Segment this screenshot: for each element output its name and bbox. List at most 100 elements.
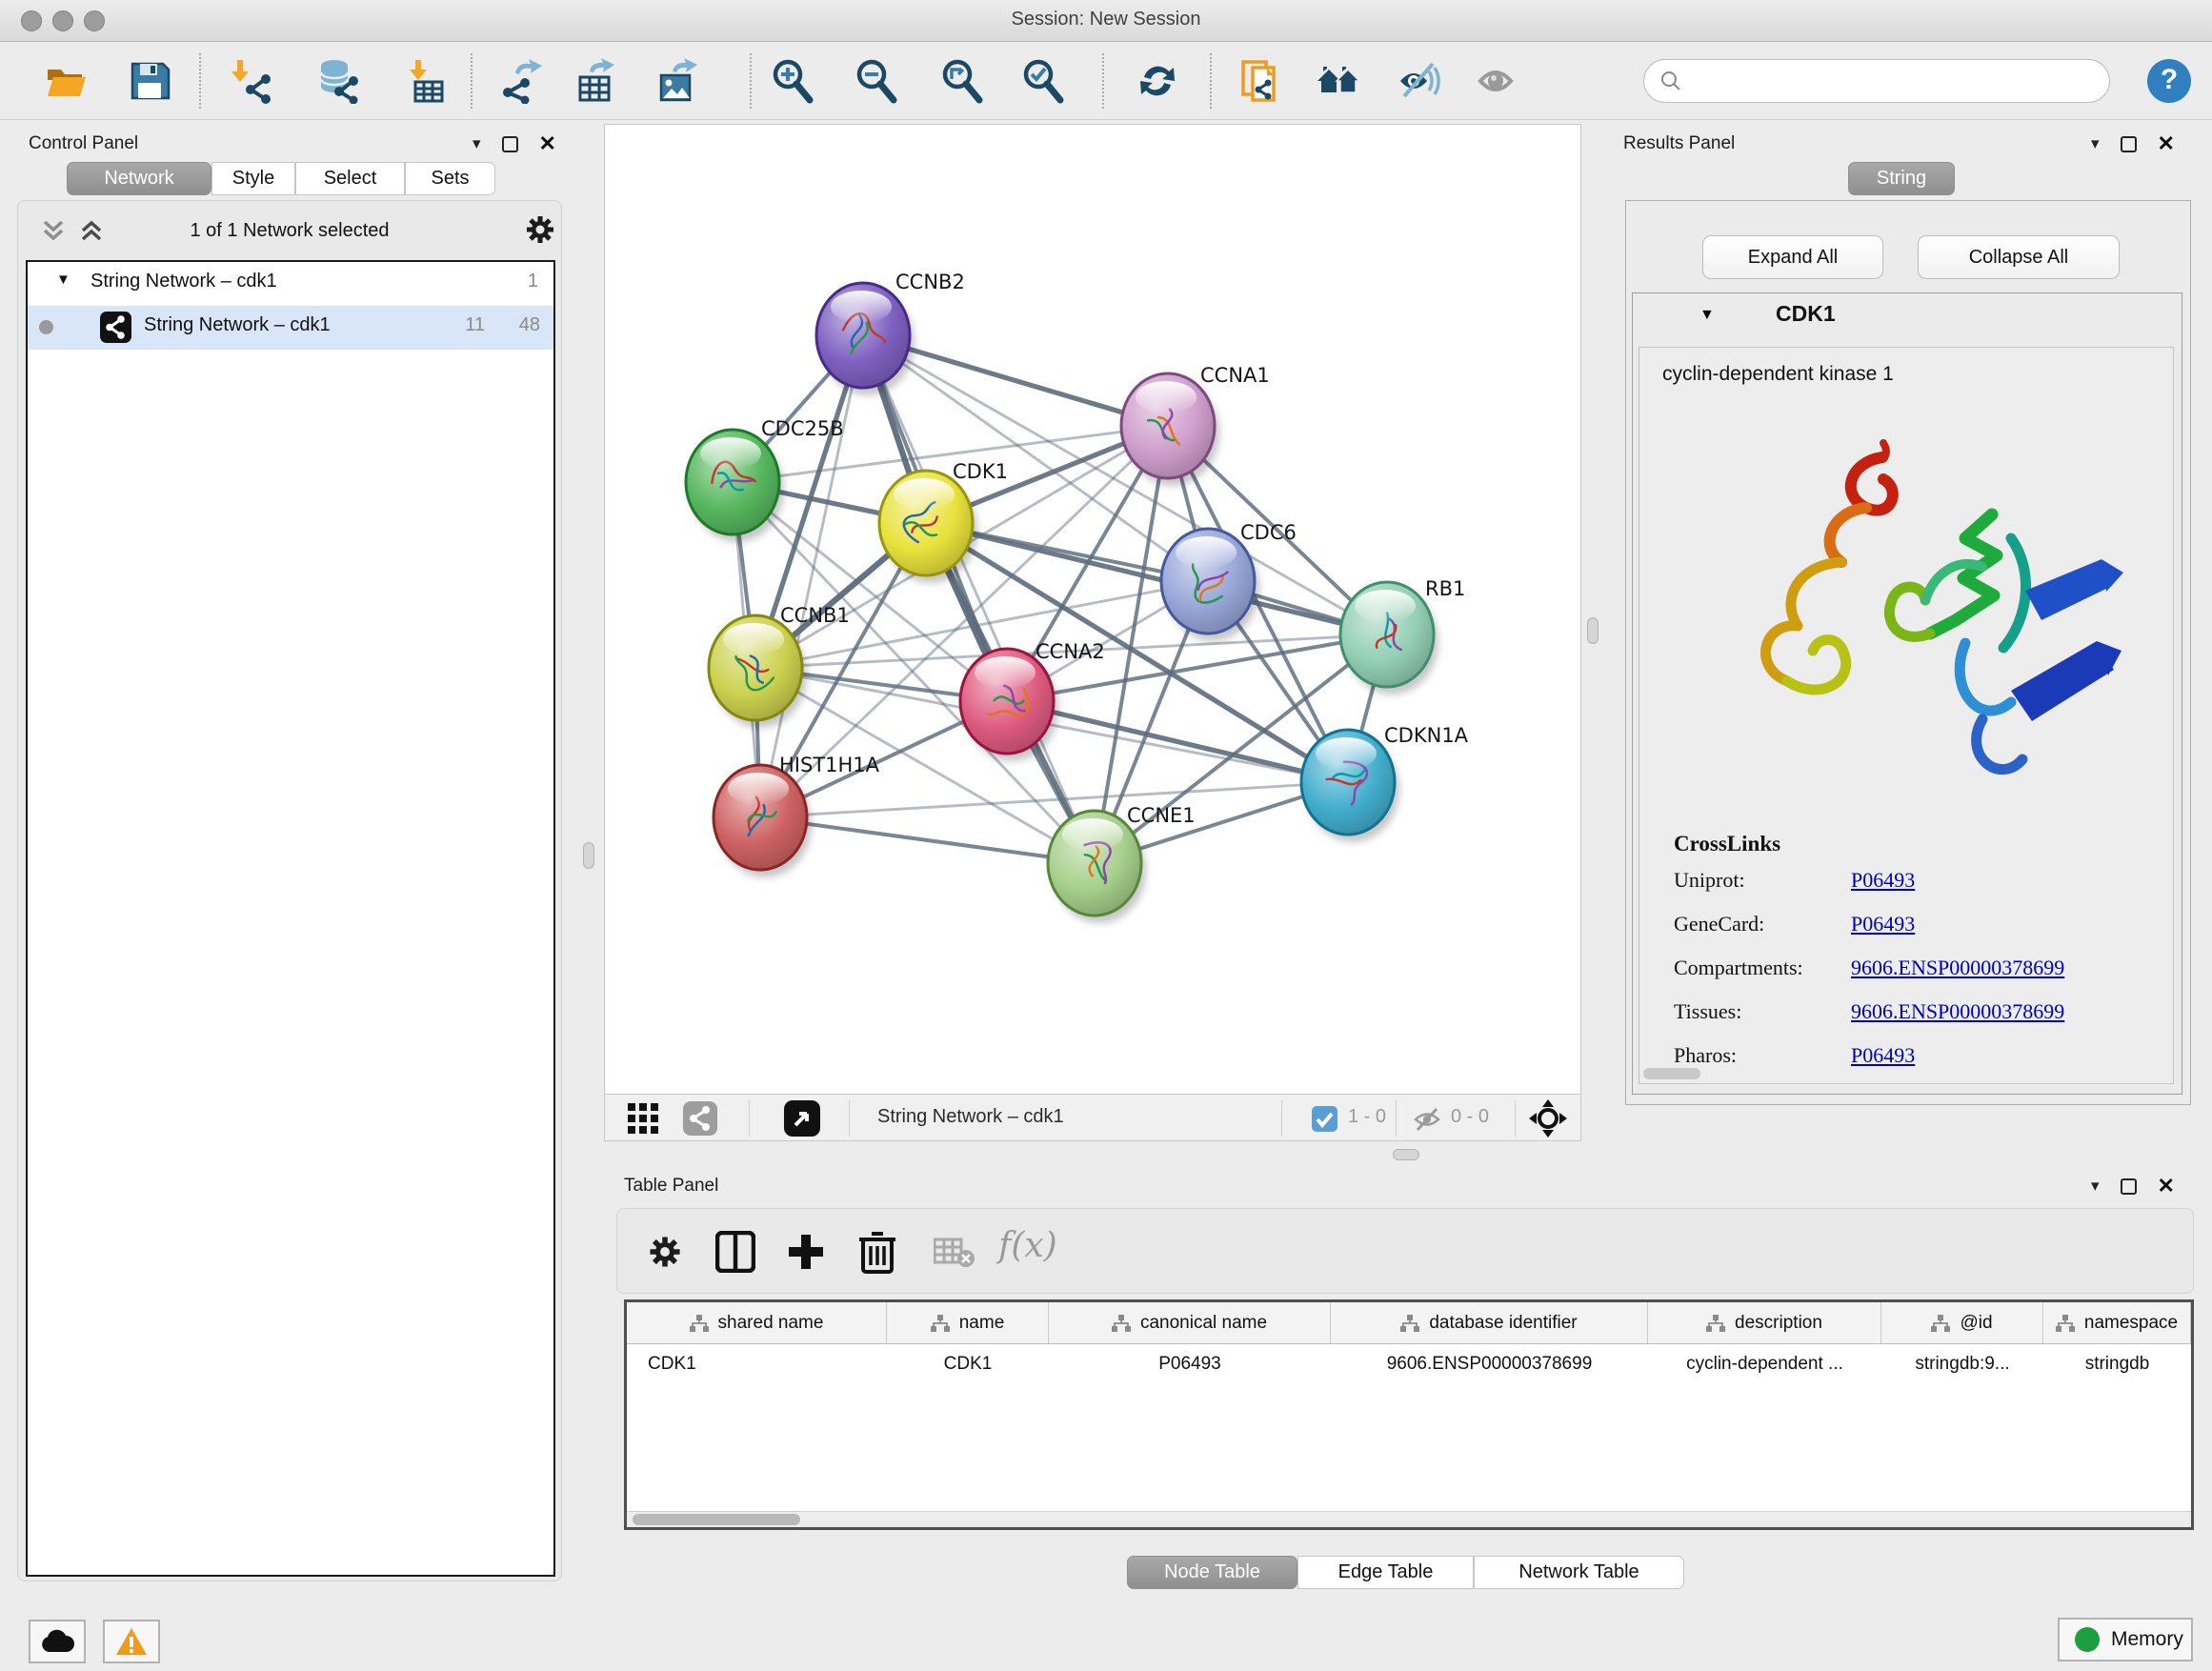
collection-expand-icon[interactable]: ▼ — [56, 272, 70, 288]
delete-table-icon[interactable] — [934, 1238, 975, 1268]
footer-separator — [1396, 1100, 1397, 1137]
network-row-selected[interactable]: String Network – cdk1 11 48 — [28, 306, 553, 350]
crosslink-link[interactable]: P06493 — [1851, 912, 1915, 936]
network-node-RB1[interactable]: RB1 — [1340, 577, 1465, 695]
network-node-CCNB2[interactable]: CCNB2 — [816, 271, 965, 395]
column-header-namespace[interactable]: namespace — [2043, 1302, 2191, 1343]
network-collection-row[interactable]: ▼ String Network – cdk1 1 — [28, 262, 553, 306]
show-columns-icon[interactable] — [715, 1231, 755, 1273]
zoom-selected-icon[interactable] — [1020, 58, 1066, 104]
left-splitter-handle[interactable] — [583, 842, 594, 869]
column-header-name[interactable]: name — [887, 1302, 1049, 1343]
column-header-shared-name[interactable]: shared name — [627, 1302, 887, 1343]
network-node-CCNA1[interactable]: CCNA1 — [1121, 364, 1270, 486]
function-builder-icon[interactable]: f(x) — [998, 1226, 1057, 1265]
network-node-CCNA2[interactable]: CCNA2 — [960, 640, 1105, 761]
expand-all-button[interactable]: Expand All — [1702, 235, 1883, 279]
crosslink-link[interactable]: P06493 — [1851, 1043, 1915, 1068]
fit-selected-crosshair-icon[interactable] — [1529, 1099, 1567, 1137]
network-node-CDKN1A[interactable]: CDKN1A — [1301, 724, 1469, 842]
import-table-from-file-icon[interactable] — [400, 58, 446, 104]
right-splitter-handle[interactable] — [1587, 617, 1599, 644]
open-session-icon[interactable] — [44, 58, 90, 104]
delete-column-trash-icon[interactable] — [857, 1230, 897, 1274]
column-header-label: database identifier — [1429, 1313, 1577, 1334]
export-table-icon[interactable] — [573, 58, 618, 104]
tab-select[interactable]: Select — [295, 162, 405, 195]
crosslink-link[interactable]: 9606.ENSP00000378699 — [1851, 999, 2064, 1024]
table-toolbar: f(x) — [616, 1208, 2194, 1294]
tab-style[interactable]: Style — [211, 162, 295, 195]
collapse-all-button[interactable]: Collapse All — [1918, 235, 2120, 279]
cloud-status-button[interactable] — [29, 1620, 86, 1663]
zoom-fit-content-icon[interactable] — [939, 58, 985, 104]
import-network-from-database-icon[interactable] — [315, 58, 361, 104]
zoom-in-icon[interactable] — [770, 58, 815, 104]
grid-view-icon[interactable] — [628, 1103, 658, 1134]
network-node-CDC25B[interactable]: CDC25B — [686, 417, 844, 542]
column-header--id[interactable]: @id — [1881, 1302, 2043, 1343]
tab-edge-table[interactable]: Edge Table — [1297, 1556, 1474, 1589]
gear-icon[interactable] — [523, 212, 557, 247]
column-header-label: shared name — [718, 1313, 824, 1334]
node-label-CDC25B: CDC25B — [761, 417, 844, 440]
crosslink-link[interactable]: 9606.ENSP00000378699 — [1851, 956, 2064, 980]
section-collapse-icon[interactable]: ▼ — [1699, 307, 1715, 324]
table-cell: stringdb — [2043, 1344, 2191, 1384]
panel-menu-icon[interactable]: ▾ — [473, 134, 481, 153]
crosslink-label: Tissues: — [1674, 999, 1741, 1024]
help-button[interactable]: ? — [2147, 59, 2191, 103]
tab-node-table[interactable]: Node Table — [1127, 1556, 1297, 1589]
network-view-icon[interactable] — [683, 1101, 717, 1136]
selected-checkbox-icon[interactable] — [1312, 1106, 1337, 1132]
network-snapshot-icon[interactable] — [1239, 58, 1285, 104]
column-header-description[interactable]: description — [1648, 1302, 1881, 1343]
table-row[interactable]: CDK1CDK1P064939606.ENSP00000378699cyclin… — [627, 1344, 2191, 1384]
network-canvas[interactable]: CCNB2 CCNA1 CDC25B CDK1 CDC6 RB1 CCNB1 CCNA2 CDK… — [604, 124, 1581, 1094]
network-node-CCNE1[interactable]: CCNE1 — [1048, 804, 1196, 923]
panel-float-icon[interactable] — [502, 136, 518, 152]
tab-string[interactable]: String — [1848, 162, 1955, 195]
node-label-CCNB1: CCNB1 — [780, 604, 850, 627]
tab-network[interactable]: Network — [67, 162, 211, 195]
search-input[interactable] — [1682, 70, 2082, 91]
network-icon — [100, 312, 131, 343]
warning-status-button[interactable] — [103, 1620, 160, 1663]
network-node-CDK1[interactable]: CDK1 — [879, 460, 1008, 583]
network-edge-CCNB2-HIST1H1A — [760, 335, 863, 817]
export-image-icon[interactable] — [654, 58, 699, 104]
column-header-database-identifier[interactable]: database identifier — [1331, 1302, 1648, 1343]
tab-network-table[interactable]: Network Table — [1474, 1556, 1684, 1589]
add-column-icon[interactable] — [785, 1231, 827, 1273]
panel-close-icon[interactable]: ✕ — [539, 131, 556, 156]
show-graphics-details-icon[interactable] — [1475, 58, 1520, 104]
toolbar-separator — [1102, 53, 1104, 109]
panel-close-icon[interactable]: ✕ — [2158, 131, 2175, 156]
save-session-icon[interactable] — [127, 58, 172, 104]
hidden-eye-slash-icon[interactable] — [1413, 1105, 1441, 1134]
network-node-HIST1H1A[interactable]: HIST1H1A — [714, 754, 880, 877]
column-header-canonical-name[interactable]: canonical name — [1049, 1302, 1331, 1343]
table-horizontal-scrollbar[interactable] — [627, 1511, 2191, 1527]
tab-sets[interactable]: Sets — [405, 162, 495, 195]
panel-float-icon[interactable] — [2121, 136, 2137, 152]
bottom-splitter-handle[interactable] — [1393, 1149, 1419, 1160]
toolbar-separator — [199, 53, 201, 109]
zoom-out-icon[interactable] — [854, 58, 899, 104]
apply-layout-icon[interactable] — [1135, 58, 1180, 104]
panel-menu-icon[interactable]: ▾ — [2091, 134, 2100, 153]
results-scrollbar-thumb[interactable] — [1643, 1068, 1700, 1079]
panel-float-icon[interactable] — [2121, 1178, 2137, 1195]
memory-button[interactable]: Memory — [2058, 1618, 2193, 1661]
table-settings-gear-icon[interactable] — [646, 1233, 684, 1271]
import-network-from-file-icon[interactable] — [230, 58, 275, 104]
home-icon[interactable] — [1316, 58, 1361, 104]
panel-menu-icon[interactable]: ▾ — [2091, 1177, 2100, 1196]
hide-graphics-details-icon[interactable] — [1397, 58, 1442, 104]
export-network-icon[interactable] — [496, 58, 542, 104]
panel-close-icon[interactable]: ✕ — [2158, 1174, 2175, 1198]
crosslink-link[interactable]: P06493 — [1851, 868, 1915, 893]
birdseye-view-icon[interactable] — [784, 1100, 820, 1137]
network-node-CDC6[interactable]: CDC6 — [1161, 521, 1297, 641]
table-scrollbar-thumb[interactable] — [633, 1514, 800, 1525]
